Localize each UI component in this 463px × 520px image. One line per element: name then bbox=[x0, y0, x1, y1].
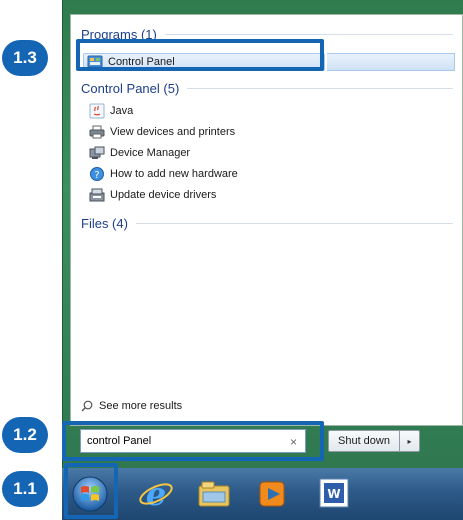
shut-down-button[interactable]: Shut down bbox=[328, 430, 400, 452]
svg-text:?: ? bbox=[94, 170, 99, 181]
java-icon bbox=[89, 103, 105, 119]
internet-explorer-icon[interactable]: e bbox=[136, 474, 176, 514]
selected-row-highlight-tail bbox=[327, 53, 455, 71]
svg-text:e: e bbox=[146, 475, 166, 513]
search-icon bbox=[81, 400, 93, 412]
callout-badge-1-3: 1.3 bbox=[2, 40, 48, 76]
callout-box-search bbox=[62, 421, 324, 461]
control-panel-item-add-hardware[interactable]: ? How to add new hardware bbox=[89, 164, 238, 184]
control-panel-header: Control Panel (5) bbox=[81, 79, 453, 97]
divider bbox=[187, 87, 453, 89]
printer-icon bbox=[89, 125, 105, 139]
file-explorer-icon[interactable] bbox=[194, 474, 234, 514]
callout-box-start-button bbox=[64, 463, 118, 519]
svg-text:W: W bbox=[327, 487, 340, 501]
driver-icon bbox=[89, 188, 105, 202]
shut-down-options-button[interactable]: ▸ bbox=[400, 430, 420, 452]
start-menu-results-panel: Programs (1) Control Panel Control Panel… bbox=[70, 14, 463, 426]
control-panel-item-update-drivers[interactable]: Update device drivers bbox=[89, 185, 216, 205]
see-more-results-link[interactable]: See more results bbox=[81, 400, 182, 412]
control-panel-item-java[interactable]: Java bbox=[89, 101, 133, 121]
help-icon: ? bbox=[90, 167, 104, 181]
word-icon[interactable]: W bbox=[314, 474, 354, 514]
media-player-icon[interactable] bbox=[252, 474, 292, 514]
callout-badge-1-2: 1.2 bbox=[2, 417, 48, 453]
divider bbox=[135, 222, 453, 224]
control-panel-item-device-manager[interactable]: Device Manager bbox=[89, 143, 190, 163]
control-panel-item-view-devices[interactable]: View devices and printers bbox=[89, 122, 235, 142]
callout-badge-1-1: 1.1 bbox=[2, 471, 48, 507]
callout-box-control-panel-result bbox=[76, 39, 324, 71]
device-manager-icon bbox=[89, 146, 105, 159]
chevron-right-icon: ▸ bbox=[407, 436, 412, 446]
files-header: Files (4) bbox=[81, 214, 453, 232]
divider bbox=[164, 33, 453, 35]
